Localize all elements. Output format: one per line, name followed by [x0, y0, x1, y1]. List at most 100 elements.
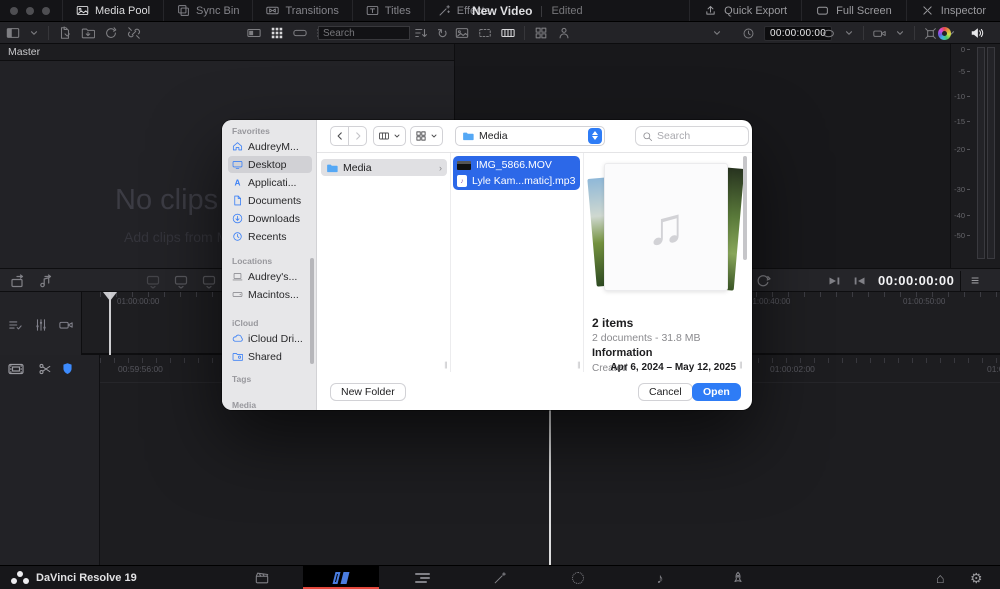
unlink-media-icon[interactable]: [127, 26, 141, 40]
sidebar-item-home[interactable]: AudreyM...: [228, 138, 312, 155]
dialog-search-field[interactable]: [635, 126, 749, 146]
new-folder-button[interactable]: New Folder: [330, 383, 406, 401]
relink-media-icon[interactable]: [104, 26, 118, 40]
mask-overlay-icon[interactable]: [822, 27, 835, 40]
preview-scrollbar[interactable]: [743, 156, 747, 260]
davinci-logo: [11, 571, 29, 585]
camera-view-icon[interactable]: [873, 27, 886, 40]
chevron-down-icon[interactable]: [712, 28, 722, 38]
tab-titles[interactable]: Titles: [352, 0, 424, 21]
file-row-audio[interactable]: Lyle Kam...matic].mp3: [457, 173, 576, 189]
sidebar-item-icloud-drive[interactable]: iCloud Dri...: [228, 330, 312, 347]
people-view-icon[interactable]: [557, 26, 571, 40]
project-title: New Video: [472, 4, 532, 18]
column-resize-handle[interactable]: [577, 362, 581, 369]
path-dropdown[interactable]: Media: [455, 126, 605, 146]
sidebar-item-documents[interactable]: Documents: [228, 192, 312, 209]
strip-view-icon[interactable]: [293, 26, 307, 40]
window-controls[interactable]: [10, 7, 50, 15]
page-deliver[interactable]: [722, 566, 754, 589]
quick-export-button[interactable]: Quick Export: [689, 0, 801, 21]
video-file-icon: [457, 161, 471, 170]
bin-panel-toggle-icon[interactable]: [6, 26, 20, 40]
sidebar-item-laptop[interactable]: Audrey's...: [228, 268, 312, 285]
open-button[interactable]: Open: [692, 383, 741, 401]
home-icon[interactable]: [936, 571, 944, 585]
page-color[interactable]: [562, 566, 594, 589]
tab-transitions[interactable]: Transitions: [252, 0, 351, 21]
page-cut[interactable]: [303, 566, 379, 589]
tab-sync-bin[interactable]: Sync Bin: [163, 0, 252, 21]
append-clip-icon[interactable]: [10, 273, 26, 289]
sidebar-item-macintosh-hd[interactable]: Macintos...: [228, 286, 312, 303]
file-row-video[interactable]: IMG_5866.MOV: [457, 157, 576, 173]
color-adjust-icon[interactable]: [938, 27, 951, 40]
column-divider[interactable]: [583, 153, 584, 372]
zoom-window-button[interactable]: [42, 7, 50, 15]
chevron-down-icon[interactable]: [844, 28, 854, 38]
sort-icon[interactable]: [414, 26, 428, 40]
sidebar-item-downloads[interactable]: Downloads: [228, 210, 312, 227]
page-edit[interactable]: [406, 566, 438, 589]
full-screen-button[interactable]: Full Screen: [801, 0, 906, 21]
audio-monitor-icon[interactable]: [970, 26, 984, 40]
path-stepper[interactable]: [588, 128, 602, 144]
protect-shield-icon[interactable]: [61, 362, 74, 375]
poster-frame-icon[interactable]: [455, 26, 469, 40]
forward-button[interactable]: [348, 126, 367, 146]
tab-label: Sync Bin: [196, 5, 239, 17]
append-audio-icon[interactable]: [38, 273, 54, 289]
tab-media-pool[interactable]: Media Pool: [62, 0, 163, 21]
column-resize-handle[interactable]: [444, 362, 448, 369]
page-fairlight[interactable]: [644, 566, 676, 589]
close-up-icon[interactable]: [201, 273, 217, 289]
close-window-button[interactable]: [10, 7, 18, 15]
metadata-view-icon[interactable]: [247, 26, 261, 40]
back-button[interactable]: [330, 126, 349, 146]
place-on-top-icon[interactable]: [173, 273, 189, 289]
folder-row-media[interactable]: Media ›: [321, 159, 447, 176]
chevron-down-icon[interactable]: [29, 28, 39, 38]
cut-page-icon: [333, 572, 350, 584]
transform-icon[interactable]: [924, 27, 937, 40]
settings-gear-icon[interactable]: [970, 571, 983, 585]
loop-playback-icon[interactable]: [755, 273, 771, 289]
playhead-line[interactable]: [109, 292, 111, 355]
chevron-down-icon[interactable]: [895, 28, 905, 38]
sidebar-scrollbar[interactable]: [310, 258, 314, 364]
column-divider[interactable]: [450, 153, 451, 372]
sidebar-item-desktop[interactable]: Desktop: [228, 156, 312, 173]
audio-mixer-icon[interactable]: [34, 318, 48, 332]
source-overwrite-icon[interactable]: [145, 273, 161, 289]
thumbnail-view-icon[interactable]: [270, 26, 284, 40]
column-view-button[interactable]: [373, 126, 406, 146]
minimize-window-button[interactable]: [26, 7, 34, 15]
split-scissors-icon[interactable]: [38, 362, 52, 376]
camera-tool-icon[interactable]: [59, 318, 73, 332]
chevron-right-icon: ›: [439, 163, 442, 173]
column-resize-handle[interactable]: [739, 362, 743, 369]
inspector-button[interactable]: Inspector: [906, 0, 1000, 21]
import-folder-icon[interactable]: [81, 26, 95, 40]
shared-folder-icon: [232, 351, 243, 362]
page-fusion[interactable]: [484, 566, 516, 589]
media-pool-search-input[interactable]: [318, 26, 410, 40]
group-clips-icon[interactable]: [534, 26, 548, 40]
group-view-button[interactable]: [410, 126, 443, 146]
filmstrip-icon[interactable]: [501, 26, 515, 40]
sidebar-item-applications[interactable]: Applicati...: [228, 174, 312, 191]
skip-to-start-icon[interactable]: [852, 273, 868, 289]
cancel-button[interactable]: Cancel: [638, 383, 693, 401]
sidebar-item-recents[interactable]: Recents: [228, 228, 312, 245]
timeline-checklist-icon[interactable]: [8, 318, 22, 332]
import-media-icon[interactable]: [58, 26, 72, 40]
film-tool-icon[interactable]: [8, 361, 24, 377]
dialog-search-input[interactable]: [657, 130, 737, 142]
skip-to-end-icon[interactable]: [826, 273, 842, 289]
timeline-options-menu-icon[interactable]: [971, 273, 979, 287]
page-media[interactable]: [246, 566, 278, 589]
sidebar-item-shared[interactable]: Shared: [228, 348, 312, 365]
refresh-icon[interactable]: [437, 27, 448, 40]
bin-header[interactable]: Master: [0, 44, 454, 61]
in-out-range-icon[interactable]: [478, 26, 492, 40]
